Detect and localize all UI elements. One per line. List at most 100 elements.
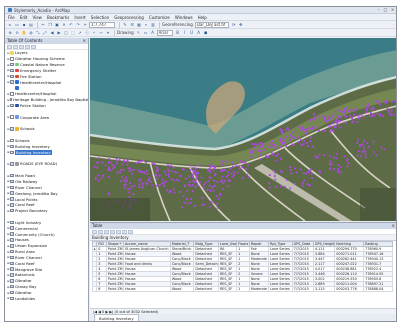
font-combo[interactable]: Arial xyxy=(156,29,173,36)
menu-view[interactable]: View xyxy=(32,15,42,20)
toc-icon[interactable]: ☰ xyxy=(129,22,135,28)
layer-visibility-checkbox[interactable]: ✓ xyxy=(10,68,14,73)
shift-icon[interactable]: ✥ xyxy=(238,22,244,28)
close-button[interactable]: × xyxy=(389,7,396,13)
column-header[interactable]: Floors xyxy=(236,241,250,247)
hyperlink-icon[interactable]: ⚡ xyxy=(91,30,97,36)
list-by-source-icon[interactable] xyxy=(13,44,18,49)
full-extent-icon[interactable]: ◍ xyxy=(28,30,34,36)
layer-visibility-checkbox[interactable]: ✓ xyxy=(10,244,14,248)
layer-visibility-checkbox[interactable]: ✓ xyxy=(10,80,14,84)
table-close-icon[interactable]: × xyxy=(392,223,395,229)
forward-extent-icon[interactable]: ▶ xyxy=(56,30,62,36)
delete-icon[interactable]: ✕ xyxy=(61,22,67,28)
list-by-visibility-icon[interactable] xyxy=(19,44,24,49)
column-header[interactable]: GPS_Height xyxy=(312,241,336,247)
map-view[interactable] xyxy=(90,38,397,221)
list-by-drawing-order-icon[interactable] xyxy=(7,44,12,49)
back-extent-icon[interactable]: ◀ xyxy=(49,30,55,36)
aerial-map[interactable] xyxy=(90,38,397,221)
layer-visibility-checkbox[interactable]: ✓ xyxy=(10,226,14,230)
identify-icon[interactable]: ⓘ xyxy=(84,30,90,36)
column-header[interactable]: Shape * xyxy=(105,241,124,247)
menu-windows[interactable]: Windows xyxy=(175,15,193,20)
layer-visibility-checkbox[interactable]: ✓ xyxy=(10,173,14,178)
delete-selected-icon[interactable] xyxy=(128,229,133,234)
rectangle-icon[interactable]: ▭ xyxy=(143,30,149,36)
layer-visibility-checkbox[interactable] xyxy=(10,57,14,61)
add-data-icon[interactable]: + xyxy=(82,22,88,28)
layer-visibility-checkbox[interactable] xyxy=(10,92,14,96)
save-icon[interactable]: ▪ xyxy=(21,22,27,28)
print-icon[interactable]: ▤ xyxy=(28,22,34,28)
layer-visibility-checkbox[interactable]: ✓ xyxy=(10,203,14,207)
new-document-icon[interactable]: ▫ xyxy=(7,22,13,28)
layer-visibility-checkbox[interactable] xyxy=(9,97,12,102)
layer-visibility-checkbox[interactable]: ✓ xyxy=(10,232,14,236)
table-options-icon[interactable] xyxy=(92,229,97,234)
menu-insert[interactable]: Insert xyxy=(74,15,85,20)
fixed-zoom-in-icon[interactable]: ⤡ xyxy=(35,30,41,36)
clear-selection-icon[interactable] xyxy=(116,229,121,234)
fill-color-icon[interactable]: ◼ xyxy=(203,30,209,36)
copy-icon[interactable]: ❐ xyxy=(47,22,53,28)
redo-icon[interactable]: ↷ xyxy=(75,22,81,28)
georeferencing-layer-combo[interactable]: Dar_DeJ ast.tif xyxy=(194,21,229,28)
layer-visibility-checkbox[interactable]: ✓ xyxy=(10,220,14,225)
layer-visibility-checkbox[interactable]: ✓ xyxy=(10,279,14,283)
layer-visibility-checkbox[interactable]: ✓ xyxy=(10,179,14,184)
menu-edit[interactable]: Edit xyxy=(20,15,28,20)
pointer-icon[interactable]: ↖ xyxy=(136,30,142,36)
layer-visibility-checkbox[interactable]: ✓ xyxy=(10,162,14,166)
table-bottom-tab[interactable]: Building Inventory xyxy=(94,314,139,321)
select-elements-icon[interactable]: ➚ xyxy=(77,30,83,36)
layer-visibility-checkbox[interactable]: ✓ xyxy=(10,103,14,108)
layer-visibility-checkbox[interactable]: ✓ xyxy=(10,191,14,195)
zoom-out-icon[interactable]: ⊖ xyxy=(14,30,20,36)
toc-layer-item[interactable]: ⊞ ✓ Landslides xyxy=(7,295,88,301)
layer-visibility-checkbox[interactable]: ✓ xyxy=(10,261,14,266)
toc-close-icon[interactable]: × xyxy=(83,38,86,44)
open-icon[interactable]: ▭ xyxy=(14,22,20,28)
text-icon[interactable]: A xyxy=(150,30,156,36)
clear-selection-icon[interactable]: ⬚ xyxy=(70,30,76,36)
paste-icon[interactable]: ▣ xyxy=(54,22,60,28)
menu-bookmarks[interactable]: Bookmarks xyxy=(47,15,69,20)
layer-visibility-checkbox[interactable]: ✓ xyxy=(10,62,14,67)
related-tables-icon[interactable] xyxy=(98,229,103,234)
italic-icon[interactable]: I xyxy=(182,30,188,36)
layer-visibility-checkbox[interactable]: ✓ xyxy=(10,185,14,190)
list-by-selection-icon[interactable] xyxy=(25,44,30,49)
select-features-icon[interactable]: ▢ xyxy=(63,30,69,36)
layer-visibility-checkbox[interactable] xyxy=(10,138,14,143)
editor-toolbar-icon[interactable]: ✎ xyxy=(122,22,128,28)
pan-icon[interactable]: ✋ xyxy=(21,30,27,36)
table-row[interactable]: 8 Point ZM House Wood Detached RES_SF 1 Moderat… xyxy=(91,286,393,292)
layer-visibility-checkbox[interactable] xyxy=(10,115,14,119)
menu-help[interactable]: Help xyxy=(198,15,207,20)
search-icon[interactable]: ⌕ xyxy=(143,22,149,28)
underline-icon[interactable]: U xyxy=(189,30,195,36)
drawing-label[interactable]: Drawing xyxy=(117,30,134,35)
map-scale-combo[interactable]: 1:7,747 xyxy=(89,21,115,28)
menu-geoprocessing[interactable]: Geoprocessing xyxy=(114,15,144,20)
zoom-in-icon[interactable]: ⊕ xyxy=(7,30,13,36)
layer-visibility-checkbox[interactable]: ✓ xyxy=(10,74,14,79)
undo-icon[interactable]: ↶ xyxy=(68,22,74,28)
layer-visibility-checkbox[interactable]: ✓ xyxy=(10,249,14,254)
layer-visibility-checkbox[interactable]: ✓ xyxy=(10,255,14,260)
font-color-icon[interactable]: A xyxy=(196,30,202,36)
arctoolbox-icon[interactable]: ▥ xyxy=(150,22,156,28)
bold-icon[interactable]: B xyxy=(175,30,181,36)
layer-visibility-checkbox[interactable]: ✓ xyxy=(10,197,14,201)
select-by-attributes-icon[interactable] xyxy=(104,229,109,234)
layer-visibility-checkbox[interactable]: ✓ xyxy=(10,290,14,295)
cut-icon[interactable]: ✂ xyxy=(40,22,46,28)
layer-visibility-checkbox[interactable]: ✓ xyxy=(10,296,14,301)
layer-visibility-checkbox[interactable]: ✓ xyxy=(10,273,14,277)
layer-visibility-checkbox[interactable]: ✓ xyxy=(10,144,14,149)
catalog-icon[interactable]: ▦ xyxy=(136,22,142,28)
layer-visibility-checkbox[interactable]: ✓ xyxy=(10,238,14,242)
options-icon[interactable] xyxy=(31,44,36,49)
column-header[interactable]: Land_Use xyxy=(217,241,238,247)
